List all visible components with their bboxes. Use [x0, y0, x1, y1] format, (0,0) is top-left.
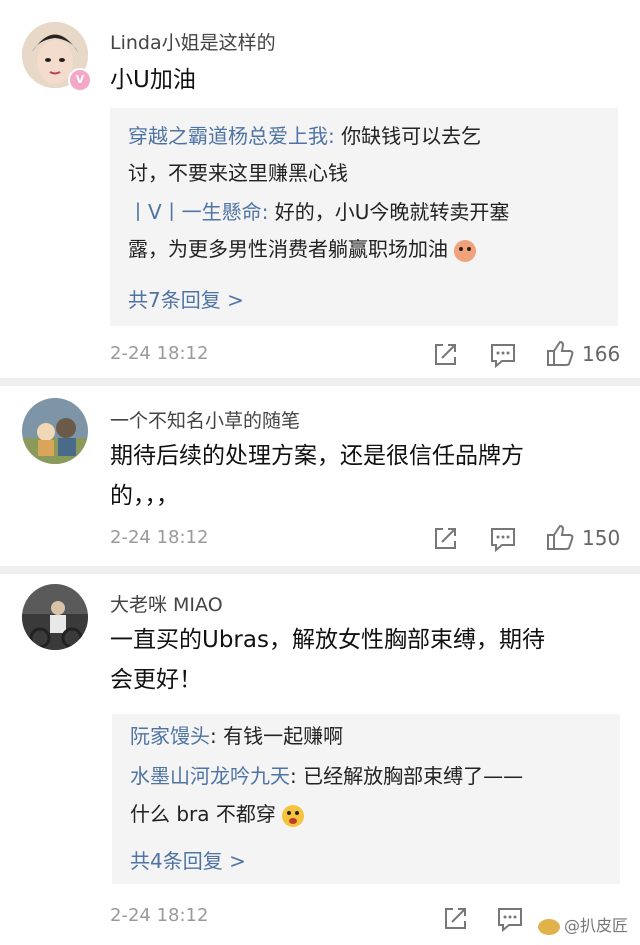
reply-text-cont: 什么 bra 不都穿 [130, 796, 610, 833]
avatar[interactable] [22, 398, 88, 464]
comment-text-cont: 会更好！ [110, 667, 202, 693]
like-icon[interactable] [545, 338, 575, 368]
reply-item: 水墨山河龙吟九天: 已经解放胸部束缚了—— [130, 764, 524, 788]
more-replies-link[interactable]: 共7条回复 > [128, 284, 244, 313]
comment-icon[interactable] [488, 340, 518, 370]
comment-text: 期待后续的处理方案，还是很信任品牌方 [110, 443, 524, 469]
reply-item: 阮家馒头: 有钱一起赚啊 [130, 724, 344, 748]
divider [0, 566, 640, 574]
comment-text: 小U加油 [110, 67, 196, 93]
username[interactable]: 大老咪 MIAO [110, 590, 223, 617]
share-icon[interactable] [440, 904, 470, 934]
comment-icon[interactable] [495, 904, 525, 934]
comment-2: 一个不知名小草的随笔 期待后续的处理方案，还是很信任品牌方 的，，， 2-24 … [0, 386, 640, 566]
like-count: 166 [582, 342, 621, 366]
comment-icon[interactable] [488, 524, 518, 554]
reply-item: 穿越之霸道杨总爱上我: 你缺钱可以去乞 [128, 124, 482, 148]
share-icon[interactable] [430, 340, 460, 370]
comment-text: 一直买的Ubras，解放女性胸部束缚，期待 [110, 627, 545, 653]
comment-3: 大老咪 MIAO 一直买的Ubras，解放女性胸部束缚，期待 会更好！ 阮家馒头… [0, 574, 640, 945]
username[interactable]: 一个不知名小草的随笔 [110, 406, 300, 433]
watermark: @扒皮匠 [537, 912, 628, 936]
reply-box: 穿越之霸道杨总爱上我: 你缺钱可以去乞 讨，不要来这里赚黑心钱 丨V丨一生懸命:… [110, 108, 618, 326]
comment-text-cont: 的，，， [110, 483, 179, 509]
emoji-icon [282, 804, 305, 827]
reply-text-cont: 讨，不要来这里赚黑心钱 [128, 161, 348, 185]
avatar[interactable] [22, 584, 88, 650]
reply-username[interactable]: 丨V丨一生懸命 [128, 200, 262, 224]
weibo-logo-icon [537, 918, 560, 935]
reply-username[interactable]: 水墨山河龙吟九天 [130, 764, 290, 788]
divider [0, 378, 640, 386]
reply-username[interactable]: 阮家馒头 [130, 724, 210, 748]
reply-item: 丨V丨一生懸命: 好的，小U今晚就转卖开塞 [128, 200, 510, 224]
share-icon[interactable] [430, 524, 460, 554]
emoji-icon [454, 239, 477, 262]
like-icon[interactable] [545, 522, 575, 552]
reply-username[interactable]: 穿越之霸道杨总爱上我 [128, 124, 328, 148]
timestamp: 2-24 18:12 [110, 527, 209, 548]
like-count: 150 [582, 526, 621, 550]
comment-1: V Linda小姐是这样的 小U加油 穿越之霸道杨总爱上我: 你缺钱可以去乞 讨… [0, 0, 640, 378]
username[interactable]: Linda小姐是这样的 [110, 28, 276, 55]
timestamp: 2-24 18:12 [110, 343, 209, 364]
reply-text-cont: 露，为更多男性消费者躺赢职场加油 [128, 231, 608, 268]
verified-badge-icon: V [68, 68, 92, 92]
reply-box: 阮家馒头: 有钱一起赚啊 水墨山河龙吟九天: 已经解放胸部束缚了—— 什么 br… [112, 714, 620, 884]
more-replies-link[interactable]: 共4条回复 > [130, 845, 246, 874]
timestamp: 2-24 18:12 [110, 905, 209, 926]
